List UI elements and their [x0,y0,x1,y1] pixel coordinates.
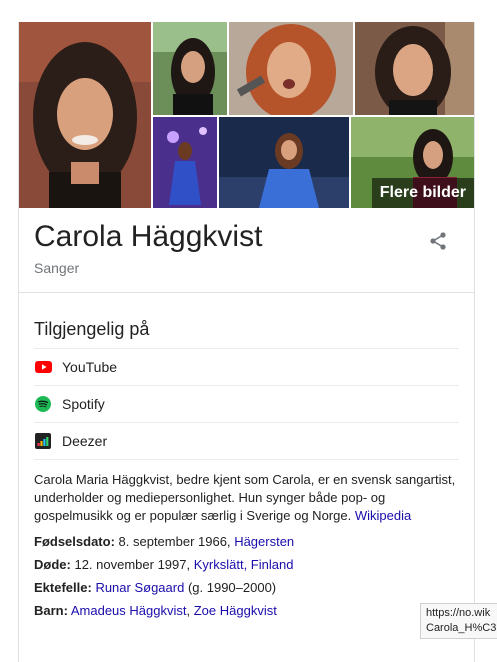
photo-5[interactable] [153,117,217,208]
description: Carola Maria Häggkvist, bedre kjent som … [34,471,464,525]
more-images-button[interactable]: Flere bilder [371,178,474,208]
deezer-icon [34,432,52,450]
share-button[interactable] [424,229,452,257]
child-link[interactable]: Zoe Häggkvist [194,603,277,618]
divider [34,459,459,460]
fact-spouse: Ektefelle: Runar Søgaard (g. 1990–2000) [34,580,276,595]
fact-born: Fødselsdato: 8. september 1966, Hägerste… [34,534,294,549]
divider [19,292,474,293]
entity-subtitle: Sanger [34,260,80,276]
service-label[interactable]: Deezer [62,433,107,449]
available-on-heading: Tilgjengelig på [34,319,150,339]
photo-3[interactable] [229,22,353,115]
service-youtube[interactable]: YouTube [34,348,459,385]
separator: , [186,603,191,618]
tooltip-line: https://no.wik [426,607,491,619]
spouse-link[interactable]: Runar Søgaard [95,580,184,595]
more-images-label[interactable]: Flere bilder [380,184,466,202]
youtube-icon [34,358,52,376]
share-icon[interactable] [428,231,448,256]
fact-label: Fødselsdato: [34,534,115,549]
spotify-icon [34,395,52,413]
service-spotify[interactable]: Spotify [34,385,459,422]
fact-died: Døde: 12. november 1997, Kyrkslätt, Finl… [34,557,293,572]
fact-label: Døde: [34,557,71,572]
child-link[interactable]: Amadeus Häggkvist [71,603,187,618]
deathplace-link[interactable]: Kyrkslätt, Finland [194,557,294,572]
wikipedia-link[interactable]: Wikipedia [355,508,411,523]
fact-label: Barn: [34,603,68,618]
fact-children: Barn: Amadeus Häggkvist, Zoe Häggkvist [34,603,277,618]
service-deezer[interactable]: Deezer [34,422,459,459]
image-gallery: Flere bilder [19,22,474,208]
photo-4[interactable] [355,22,474,115]
photo-2[interactable] [153,22,227,115]
photo-7[interactable]: Flere bilder [351,117,474,208]
birthplace-link[interactable]: Hägersten [234,534,294,549]
main-photo[interactable] [19,22,151,208]
photo-6[interactable] [219,117,349,208]
service-label[interactable]: YouTube [62,359,117,375]
fact-value: (g. 1990–2000) [187,580,277,595]
fact-label: Ektefelle: [34,580,92,595]
entity-title: Carola Häggkvist [34,220,263,253]
knowledge-panel: Flere bilder Carola Häggkvist Sanger Til… [18,22,475,662]
fact-value: 12. november 1997, [74,557,191,572]
link-status-tooltip: https://no.wik Carola_H%C3 [420,603,497,639]
tooltip-line: Carola_H%C3 [426,622,497,634]
fact-value: 8. september 1966, [118,534,231,549]
service-label[interactable]: Spotify [62,396,105,412]
